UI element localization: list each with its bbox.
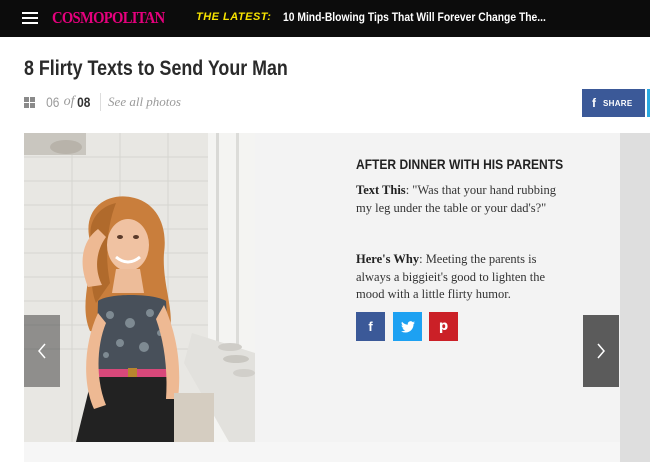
next-slide-button[interactable] <box>583 315 619 387</box>
latest-label: THE LATEST: <box>196 11 272 23</box>
chevron-right-icon <box>597 343 605 359</box>
slideshow: AFTER DINNER WITH HIS PARENTS Text This:… <box>24 133 620 442</box>
counter-divider <box>100 93 102 111</box>
total-slide-count: 08 <box>77 94 91 110</box>
share-label: SHARE <box>603 98 633 108</box>
heres-why-paragraph: Here's Why: Meeting the parents is alway… <box>356 251 566 304</box>
facebook-icon: f <box>368 319 373 334</box>
page-title: 8 Flirty Texts to Send Your Man <box>24 57 288 80</box>
facebook-share-button[interactable]: f SHARE <box>582 89 645 117</box>
grid-icon[interactable] <box>24 96 35 108</box>
slideshow-bottom-border <box>24 442 620 462</box>
pinterest-share-slide-button[interactable]: p <box>429 312 458 341</box>
of-label: of <box>63 94 75 109</box>
latest-headline-link[interactable]: 10 Mind-Blowing Tips That Will Forever C… <box>283 10 546 24</box>
text-this-paragraph: Text This: "Was that your hand rubbing m… <box>356 182 566 217</box>
facebook-share-slide-button[interactable]: f <box>356 312 385 341</box>
cosmopolitan-logo[interactable]: COSMOPOLITAN <box>52 8 165 28</box>
text-this-label: Text This <box>356 183 406 197</box>
current-slide-number: 06 <box>46 94 60 110</box>
slide-photo <box>24 133 255 442</box>
heres-why-label: Here's Why <box>356 252 420 266</box>
slide-heading: AFTER DINNER WITH HIS PARENTS <box>356 156 564 172</box>
twitter-bird-icon <box>400 320 415 333</box>
hamburger-menu-icon[interactable] <box>22 11 38 25</box>
see-all-photos-link[interactable]: See all photos <box>108 94 181 110</box>
top-navigation-bar: COSMOPOLITAN THE LATEST: 10 Mind-Blowing… <box>0 0 650 37</box>
woman-sitting-by-window-photo <box>24 133 255 442</box>
previous-slide-button[interactable] <box>24 315 60 387</box>
pinterest-icon: p <box>438 319 449 334</box>
chevron-left-icon <box>38 343 46 359</box>
twitter-share-slide-button[interactable] <box>393 312 422 341</box>
facebook-icon: f <box>592 96 596 110</box>
gallery-counter: 06 of 08 See all photos <box>24 92 181 112</box>
next-slide-preview <box>620 133 650 462</box>
